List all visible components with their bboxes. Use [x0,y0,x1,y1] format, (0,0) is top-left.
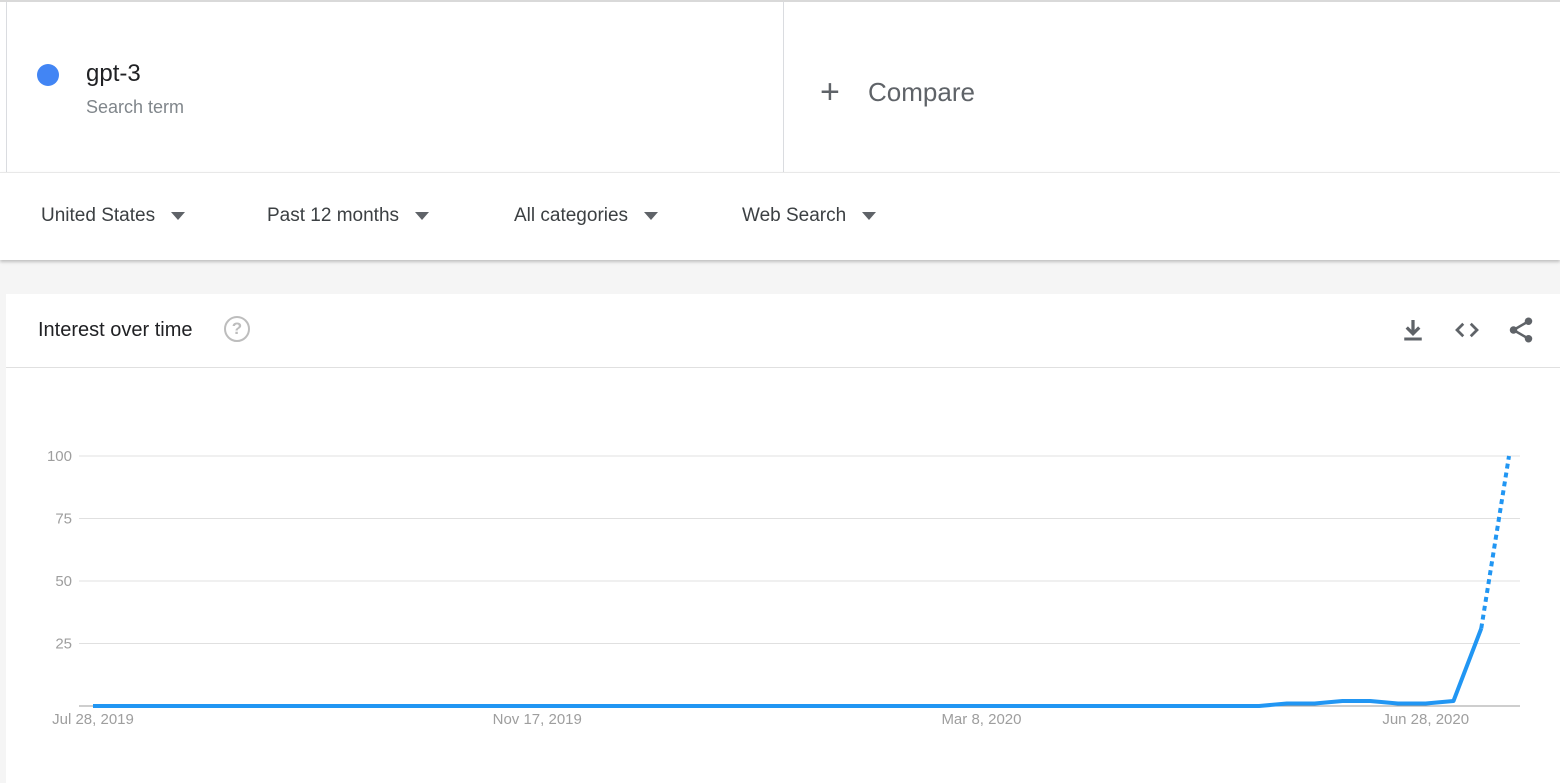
region-filter-label: United States [41,205,156,226]
time-range-filter-label: Past 12 months [267,205,400,226]
dropdown-arrow-icon [415,212,430,220]
compare-button[interactable]: + Compare [820,72,975,112]
interest-line-chart: 100 75 50 25 Jul 28, 2019 Nov 17, 2019 Mar 8,… [47,448,1520,728]
y-tick-label: 100 [47,448,72,465]
plus-icon: + [820,73,840,111]
series-partial-line[interactable] [1479,455,1511,629]
search-term-card[interactable]: gpt-3 Search term [6,2,784,174]
x-tick-label: Jun 28, 2020 [1382,711,1469,728]
compare-label: Compare [868,76,975,107]
y-tick-label: 50 [55,573,72,590]
x-tick-label: Nov 17, 2019 [493,711,582,728]
term-type-label: Search term [86,97,185,117]
term-name[interactable]: gpt-3 [86,60,141,88]
category-filter[interactable]: All categories [514,205,659,227]
dropdown-arrow-icon [171,212,186,220]
dropdown-arrow-icon [862,212,877,220]
y-tick-label: 75 [55,511,72,528]
region-filter[interactable]: United States [41,205,186,227]
search-type-filter-label: Web Search [742,205,847,226]
category-filter-label: All categories [514,205,629,226]
time-range-filter[interactable]: Past 12 months [267,205,430,227]
y-tick-label: 25 [55,636,72,653]
search-type-filter[interactable]: Web Search [742,205,877,227]
term-color-dot [37,64,59,86]
interest-over-time-card: Interest over time ? 100 75 50 25 Jul 28, 2… [6,294,1560,783]
x-tick-label: Jul 28, 2019 [52,711,134,728]
series-line[interactable] [93,627,1484,708]
x-tick-label: Mar 8, 2020 [941,711,1021,728]
dropdown-arrow-icon [644,212,659,220]
search-term-bar: gpt-3 Search term + Compare [0,0,1560,174]
filter-bar: United States Past 12 months All categor… [0,172,1560,260]
